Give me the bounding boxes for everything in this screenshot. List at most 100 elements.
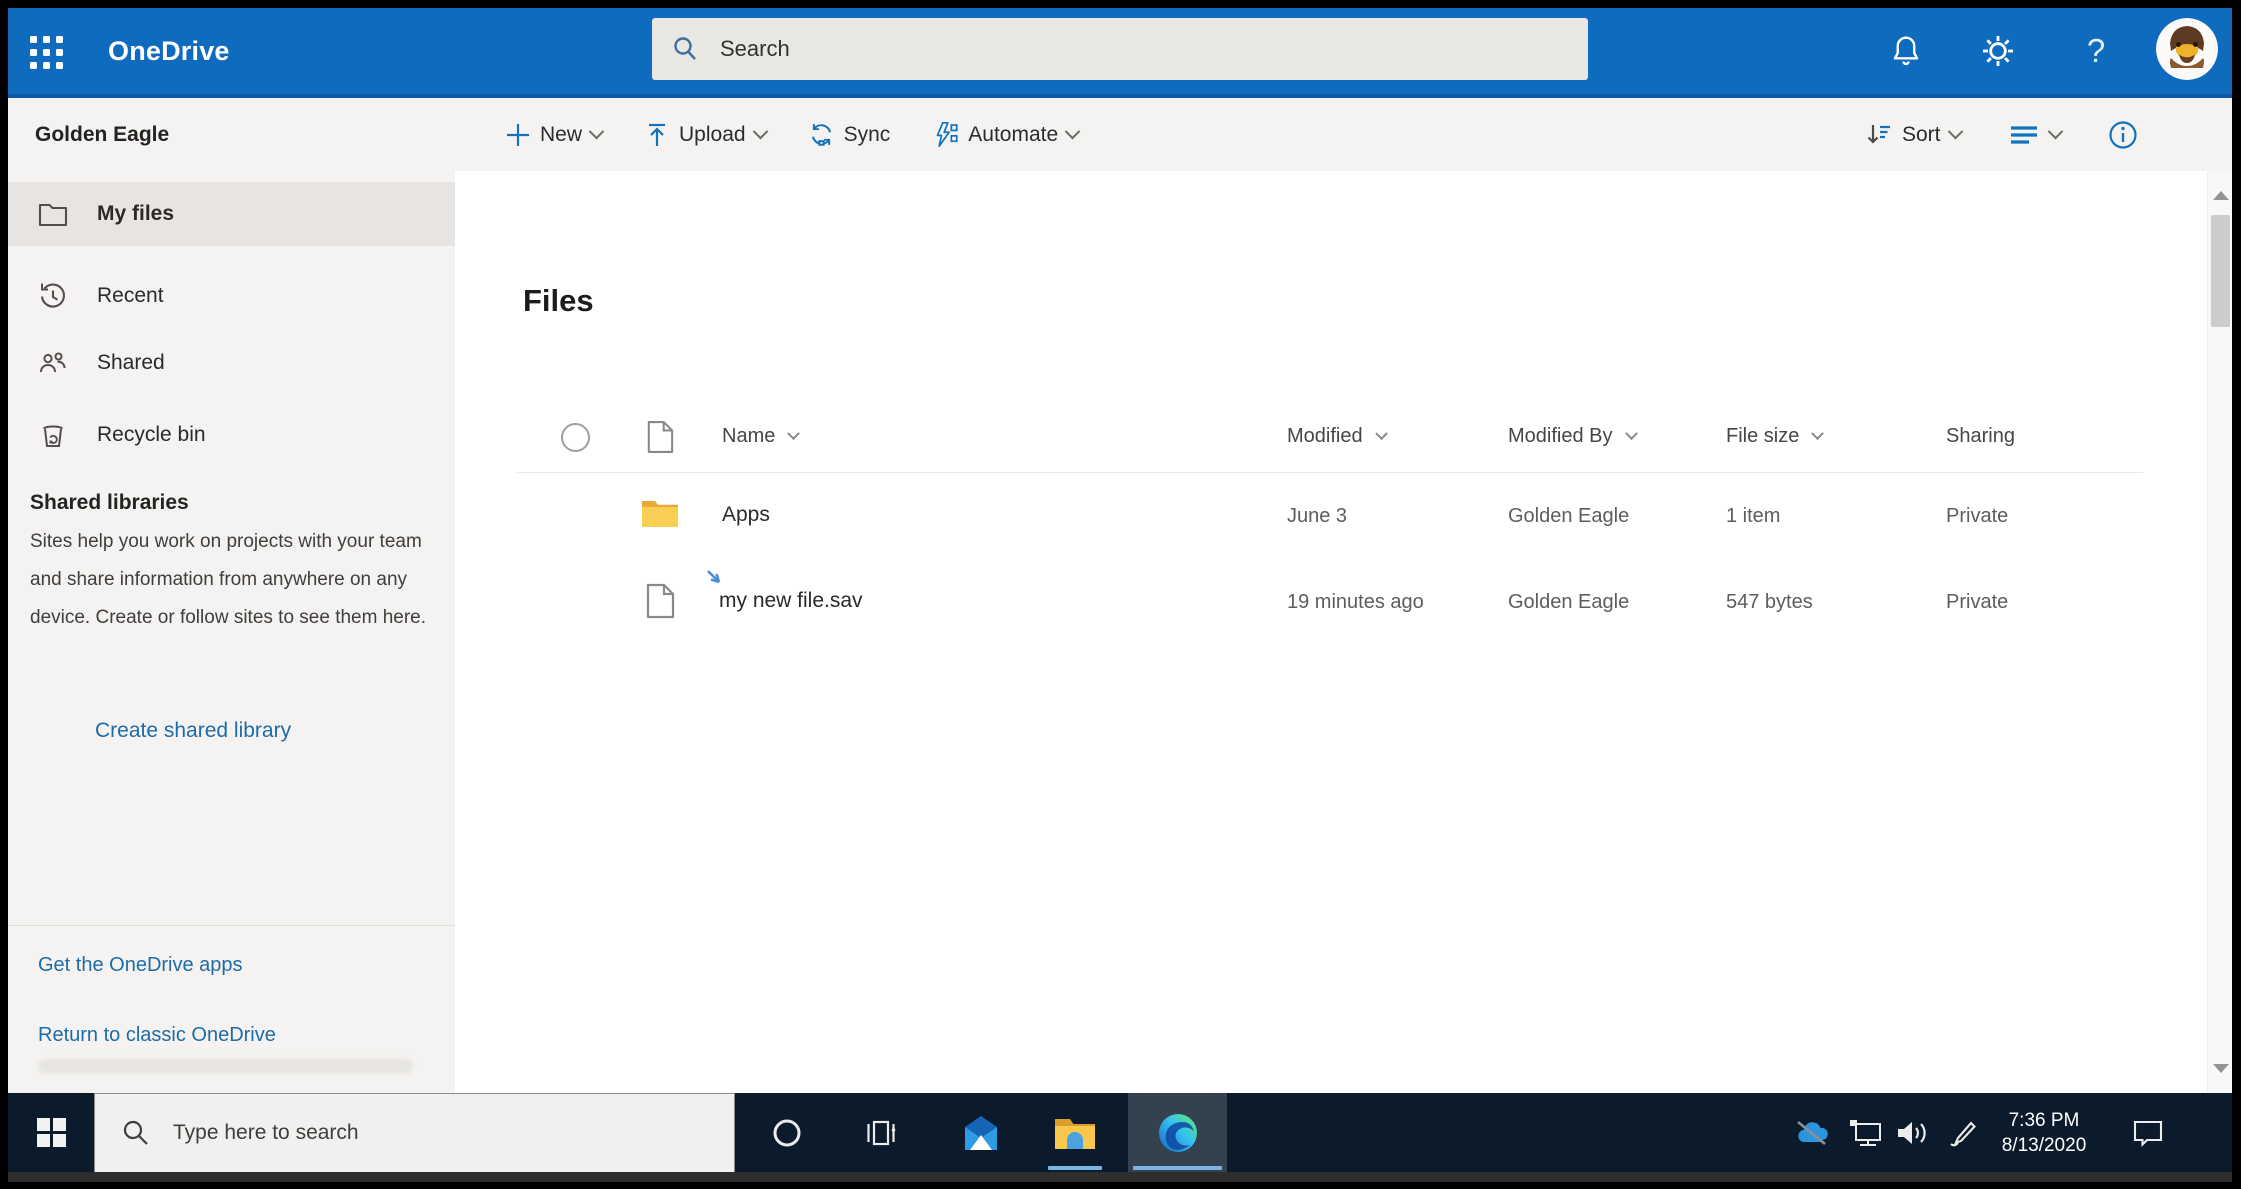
edge-browser-button[interactable] bbox=[1128, 1093, 1227, 1172]
sort-button[interactable]: Sort bbox=[1865, 121, 1963, 149]
sync-icon bbox=[811, 124, 831, 146]
windows-logo-icon bbox=[36, 1118, 66, 1147]
command-actions: New Upload Sync Automate bbox=[505, 98, 1081, 171]
table-row[interactable]: Apps June 3 Golden Eagle 1 item Private bbox=[455, 475, 2155, 561]
taskbar-search-input[interactable] bbox=[173, 1121, 734, 1145]
upload-icon bbox=[649, 123, 666, 146]
edge-icon bbox=[1158, 1113, 1197, 1152]
recycle-bin-icon bbox=[42, 425, 64, 447]
onedrive-cloud-paused-icon bbox=[1797, 1120, 1828, 1145]
task-view-button[interactable] bbox=[851, 1093, 911, 1172]
taskbar-clock[interactable]: 7:36 PM 8/13/2020 bbox=[1974, 1093, 2114, 1172]
action-center-icon bbox=[2133, 1120, 2163, 1147]
help-button[interactable]: ? bbox=[2076, 31, 2116, 71]
column-header-name[interactable]: Name bbox=[722, 425, 801, 448]
column-header-file-size[interactable]: File size bbox=[1726, 425, 1825, 448]
sidebar-item-recycle-bin[interactable]: Recycle bin bbox=[8, 403, 455, 467]
shared-libraries-heading: Shared libraries bbox=[30, 491, 189, 514]
sidebar-item-shared[interactable]: Shared bbox=[8, 331, 455, 395]
search-icon bbox=[123, 1120, 148, 1145]
table-header-divider bbox=[517, 472, 2143, 473]
folder-yellow-icon bbox=[642, 501, 678, 527]
account-avatar[interactable] bbox=[2156, 18, 2218, 80]
file-type-column-icon[interactable] bbox=[646, 420, 674, 459]
speaker-icon bbox=[1898, 1121, 1926, 1144]
onedrive-tray-button[interactable] bbox=[1790, 1093, 1834, 1172]
taskbar-search-box[interactable] bbox=[94, 1093, 735, 1172]
item-name[interactable]: Apps bbox=[722, 503, 770, 527]
app-launcher-waffle-icon[interactable] bbox=[30, 36, 64, 70]
suite-bar: OneDrive ? bbox=[8, 8, 2232, 98]
chevron-down-icon bbox=[1624, 427, 1638, 441]
table-row[interactable]: my new file.sav 19 minutes ago Golden Ea… bbox=[455, 561, 2155, 647]
info-icon bbox=[2108, 120, 2137, 149]
item-name[interactable]: my new file.sav bbox=[719, 589, 863, 613]
chevron-down-icon bbox=[1947, 123, 1963, 140]
clock-date: 8/13/2020 bbox=[2001, 1134, 2087, 1156]
chevron-down-icon bbox=[588, 123, 605, 140]
screen-bottom-strip bbox=[8, 1172, 2232, 1182]
start-button[interactable] bbox=[8, 1093, 94, 1172]
scroll-up-arrow-icon[interactable] bbox=[2213, 191, 2229, 200]
sync-button[interactable]: Sync bbox=[808, 121, 890, 148]
view-options-button[interactable] bbox=[2007, 121, 2063, 149]
chevron-down-icon bbox=[1064, 123, 1081, 140]
details-pane-button[interactable] bbox=[2107, 119, 2139, 151]
column-header-modified[interactable]: Modified bbox=[1287, 425, 1388, 448]
chevron-down-icon bbox=[752, 123, 768, 140]
notifications-button[interactable] bbox=[1886, 31, 1926, 71]
chevron-down-icon bbox=[1374, 427, 1388, 441]
windows-taskbar: 7:36 PM 8/13/2020 bbox=[8, 1093, 2232, 1172]
plus-icon bbox=[507, 123, 529, 146]
command-bar: Golden Eagle New Upload Sync Automate So… bbox=[8, 98, 2232, 171]
shared-libraries-description: Sites help you work on projects with you… bbox=[30, 531, 427, 628]
library-name: Golden Eagle bbox=[35, 123, 170, 146]
cortana-button[interactable] bbox=[757, 1093, 817, 1172]
cortana-icon bbox=[773, 1119, 801, 1146]
automate-button[interactable]: Automate bbox=[932, 121, 1081, 148]
sidebar-item-recent[interactable]: Recent bbox=[8, 264, 455, 328]
list-view-icon bbox=[2010, 125, 2037, 144]
sort-icon bbox=[1867, 124, 1890, 144]
view-tools: Sort bbox=[1865, 98, 2139, 171]
action-center-button[interactable] bbox=[2120, 1093, 2176, 1172]
task-view-icon bbox=[867, 1120, 896, 1145]
suite-search-box[interactable] bbox=[652, 18, 1588, 80]
sidebar-divider bbox=[8, 925, 455, 926]
scroll-down-arrow-icon[interactable] bbox=[2213, 1064, 2229, 1073]
main-content: Files Name Modified Modified By File siz… bbox=[455, 171, 2207, 1093]
file-explorer-button[interactable] bbox=[1045, 1093, 1105, 1172]
network-icon bbox=[1850, 1119, 1881, 1146]
column-header-modified-by[interactable]: Modified By bbox=[1508, 425, 1638, 448]
network-tray-button[interactable] bbox=[1844, 1093, 1888, 1172]
create-shared-library-link[interactable]: Create shared library bbox=[95, 719, 291, 743]
help-icon: ? bbox=[2086, 32, 2106, 69]
settings-button[interactable] bbox=[1978, 31, 2018, 71]
item-modified-by: Golden Eagle bbox=[1508, 591, 1630, 613]
document-icon bbox=[646, 583, 675, 619]
get-onedrive-apps-link[interactable]: Get the OneDrive apps bbox=[38, 954, 243, 977]
search-input[interactable] bbox=[720, 36, 1570, 62]
column-header-sharing[interactable]: Sharing bbox=[1946, 425, 2015, 448]
chevron-down-icon bbox=[2047, 123, 2063, 140]
select-all-circle[interactable] bbox=[561, 423, 590, 452]
bell-icon bbox=[1893, 36, 1919, 66]
return-classic-onedrive-link[interactable]: Return to classic OneDrive bbox=[38, 1024, 276, 1047]
item-sharing: Private bbox=[1946, 505, 2009, 527]
item-file-size: 547 bytes bbox=[1726, 591, 1813, 613]
chevron-down-icon bbox=[1811, 427, 1825, 441]
chevron-down-icon bbox=[787, 427, 801, 441]
new-button[interactable]: New bbox=[505, 122, 605, 148]
history-clock-icon bbox=[40, 283, 65, 308]
item-modified-by: Golden Eagle bbox=[1508, 505, 1630, 527]
scrollbar-thumb[interactable] bbox=[2211, 215, 2230, 327]
automate-flow-icon bbox=[936, 121, 958, 148]
app-title: OneDrive bbox=[108, 36, 230, 66]
volume-tray-button[interactable] bbox=[1889, 1093, 1935, 1172]
mail-app-button[interactable] bbox=[951, 1093, 1011, 1172]
file-explorer-icon bbox=[1055, 1118, 1095, 1149]
page-scrollbar[interactable] bbox=[2207, 171, 2232, 1093]
sidebar-item-my-files[interactable]: My files bbox=[8, 182, 455, 246]
mail-icon bbox=[965, 1115, 997, 1150]
upload-button[interactable]: Upload bbox=[644, 122, 768, 148]
